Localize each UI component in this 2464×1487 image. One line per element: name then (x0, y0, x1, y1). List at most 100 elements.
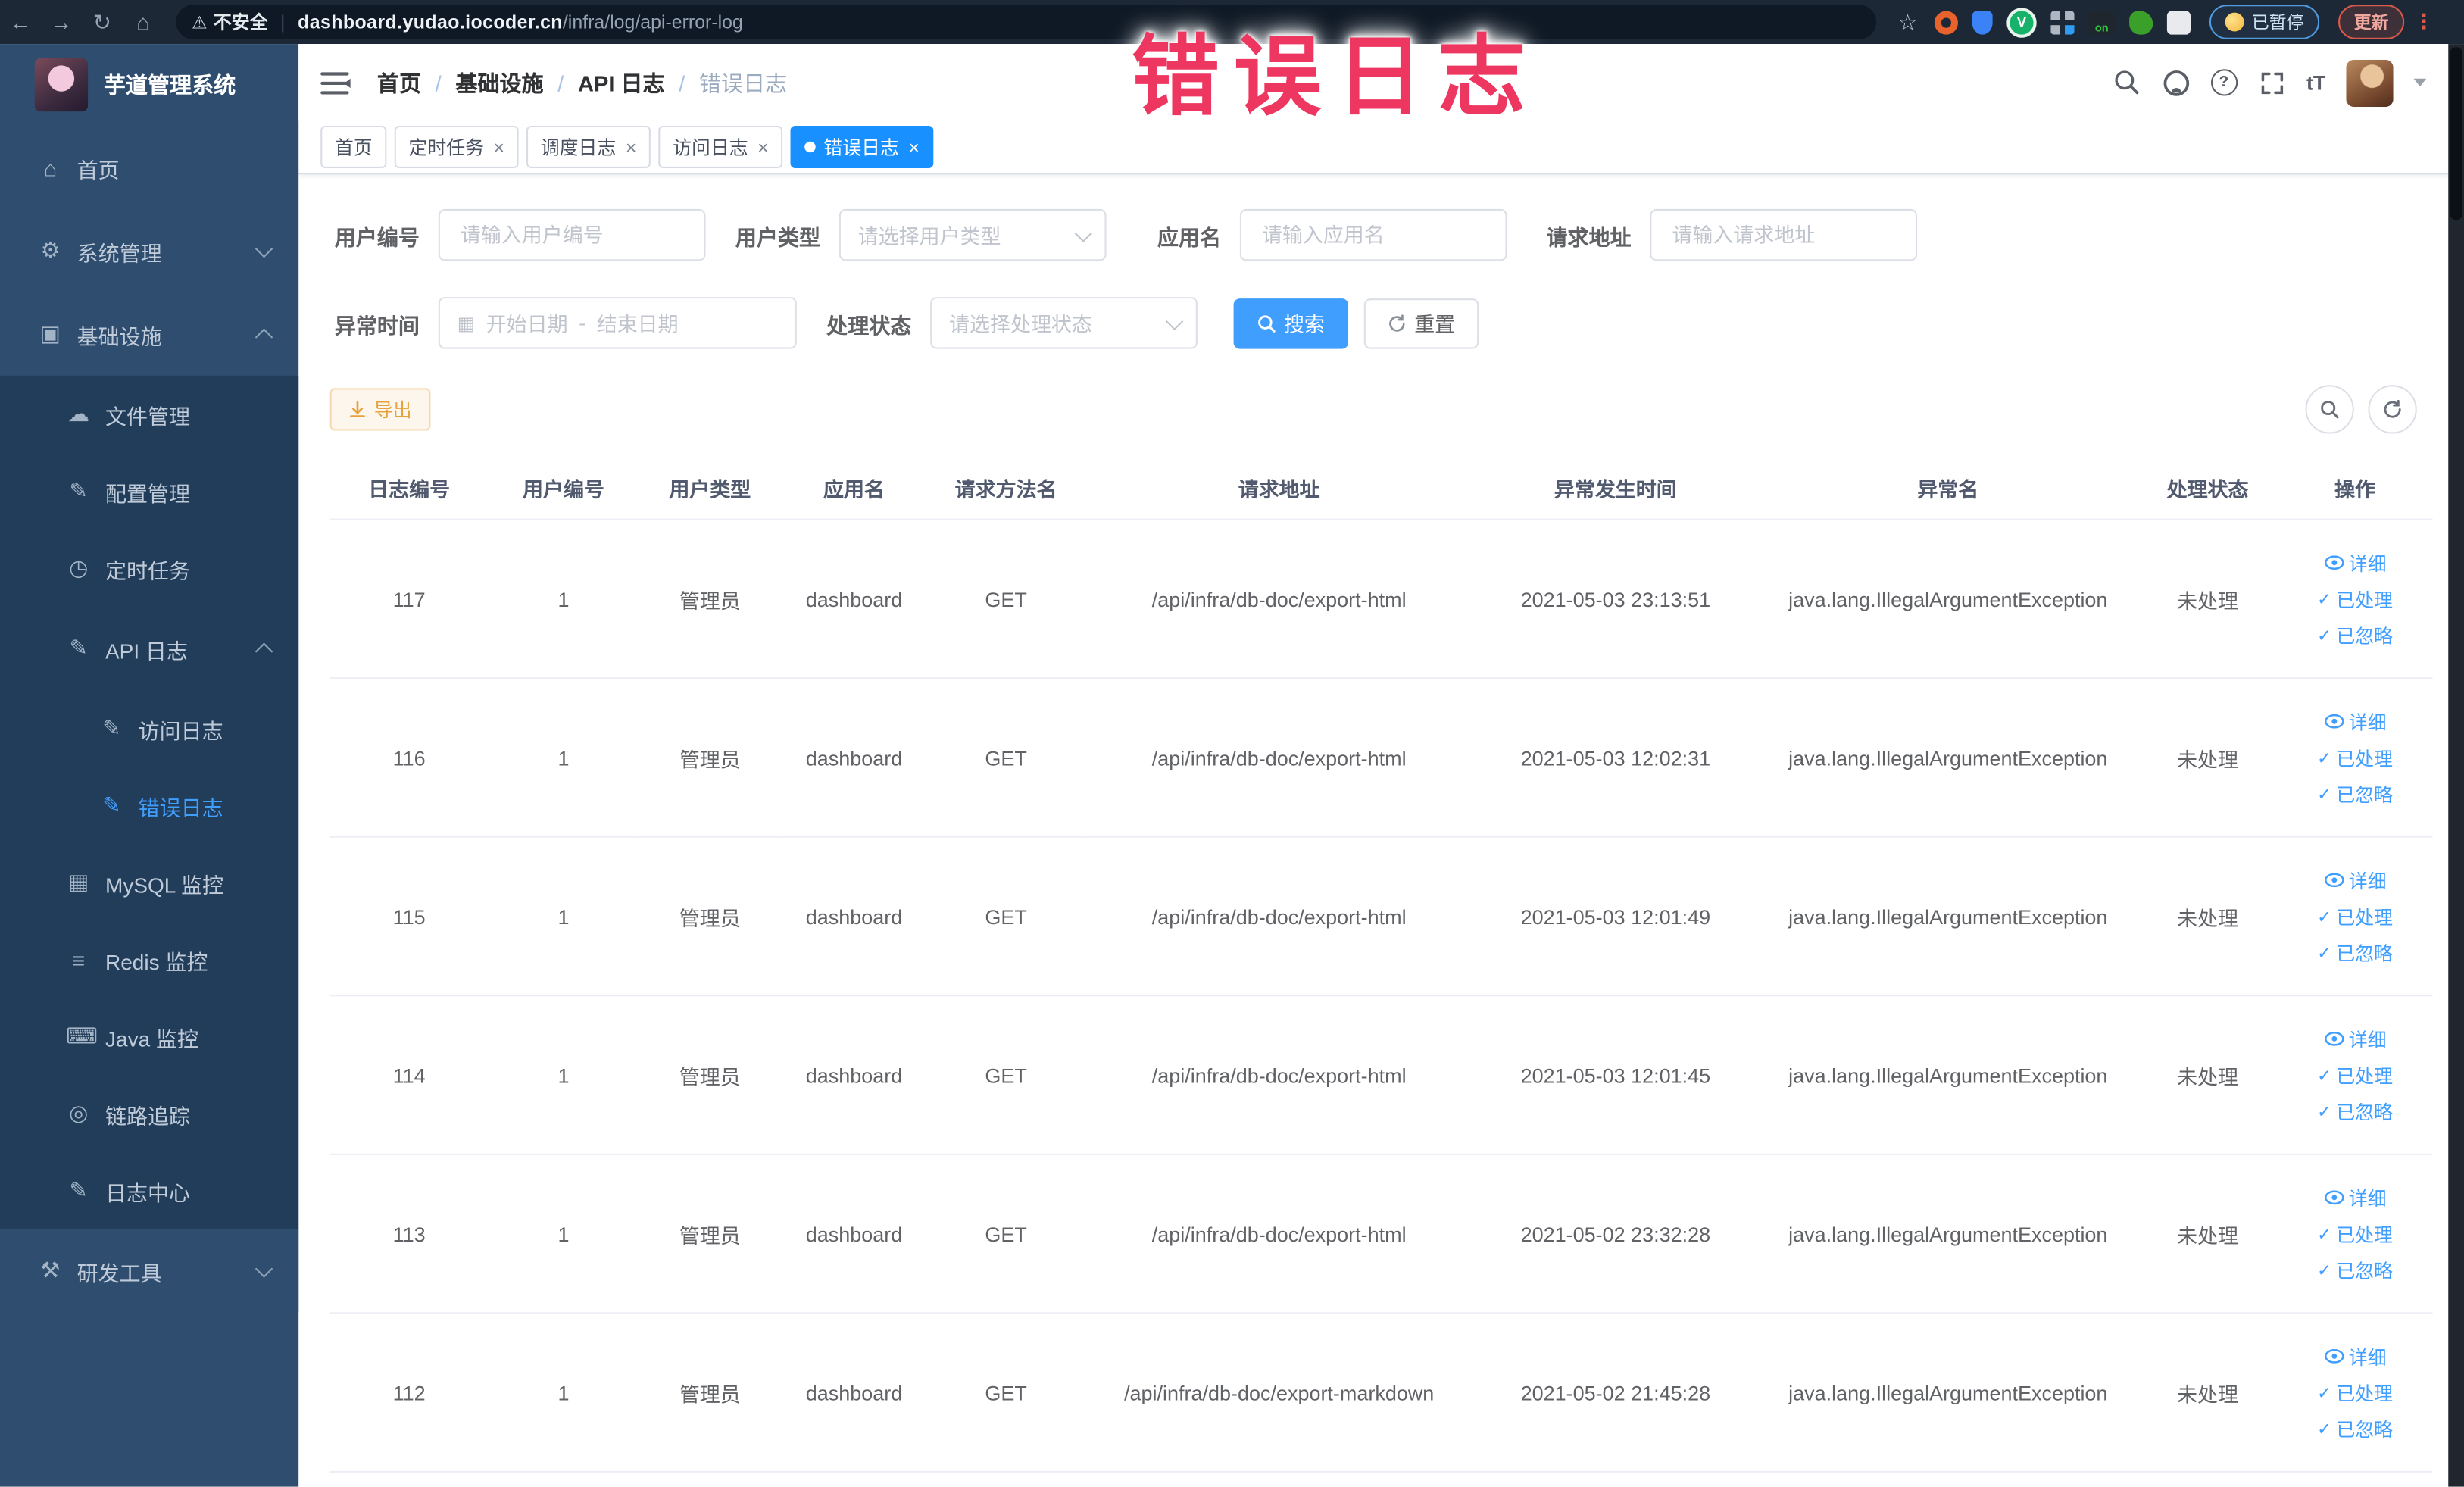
export-button[interactable]: 导出 (329, 388, 431, 431)
avatar[interactable] (2346, 58, 2394, 107)
reset-button[interactable]: 重置 (1363, 298, 1479, 348)
tab-home[interactable]: 首页 (320, 125, 387, 168)
extension-on-switch-icon[interactable]: on (2088, 10, 2116, 34)
sidebar-item-label: 文件管理 (105, 405, 191, 429)
mark-ignored-link[interactable]: ✓ 已忽略 (2317, 622, 2393, 648)
request-url-field[interactable] (1669, 221, 1899, 248)
sidebar-item-dev-tools[interactable]: ⚒ 研发工具 (0, 1229, 298, 1312)
tab-schedule-log[interactable]: 调度日志 × (526, 125, 651, 168)
search-button[interactable]: 搜索 (1233, 298, 1349, 348)
tab-error-log[interactable]: 错误日志 × (790, 125, 934, 168)
tab-close-icon[interactable]: × (493, 136, 504, 158)
mark-processed-link[interactable]: ✓ 已处理 (2317, 1220, 2393, 1247)
tab-access-log[interactable]: 访问日志 × (658, 125, 783, 168)
mark-ignored-link[interactable]: ✓ 已忽略 (2317, 1098, 2393, 1124)
paused-badge[interactable]: 已暂停 (2209, 5, 2320, 39)
sidebar-item-system[interactable]: ⚙ 系统管理 (0, 209, 298, 292)
breadcrumb-item[interactable]: 首页 (377, 67, 421, 98)
sidebar-item-file-manage[interactable]: ☁ 文件管理 (0, 376, 298, 453)
tab-close-icon[interactable]: × (757, 136, 769, 158)
sidebar-item-label: MySQL 监控 (105, 873, 224, 897)
user-id-field[interactable] (457, 221, 687, 248)
mark-processed-link[interactable]: ✓ 已处理 (2317, 744, 2393, 770)
extension-v-icon[interactable]: V (2006, 7, 2037, 37)
extensions-puzzle-icon[interactable] (2166, 10, 2191, 34)
sidebar-item-config-manage[interactable]: ✎ 配置管理 (0, 452, 298, 530)
mark-ignored-link[interactable]: ✓ 已忽略 (2317, 1257, 2393, 1283)
monitor-icon: ▣ (39, 320, 61, 346)
exception-time-range-picker[interactable]: ▦ 开始日期 - 结束日期 (438, 297, 797, 349)
sidebar-item-infra[interactable]: ▣ 基础设施 (0, 292, 298, 376)
extension-shield-icon[interactable] (1972, 10, 1993, 34)
sidebar-item-error-log[interactable]: ✎ 错误日志 (0, 767, 298, 844)
app-name-input[interactable] (1239, 208, 1507, 261)
tab-close-icon[interactable]: × (626, 136, 637, 158)
mark-processed-link[interactable]: ✓ 已处理 (2317, 586, 2393, 612)
sidebar-item-mysql-monitor[interactable]: ▦ MySQL 监控 (0, 844, 298, 921)
sidebar-item-home[interactable]: ⌂ 首页 (0, 126, 298, 209)
mark-processed-link[interactable]: ✓ 已处理 (2317, 1061, 2393, 1088)
detail-link[interactable]: 详细 (2324, 1343, 2387, 1370)
help-icon[interactable]: ? (2210, 69, 2238, 96)
sidebar-item-access-log[interactable]: ✎ 访问日志 (0, 690, 298, 767)
page-scrollbar[interactable] (2448, 44, 2464, 1487)
scrollbar-thumb[interactable] (2450, 47, 2462, 220)
font-size-icon[interactable]: tT (2306, 70, 2325, 94)
update-button-label: 更新 (2353, 14, 2389, 33)
sidebar-item-scheduled-job[interactable]: ◷ 定时任务 (0, 530, 298, 607)
browser-forward-button[interactable]: → (41, 9, 82, 34)
mark-ignored-label: 已忽略 (2336, 1259, 2394, 1282)
update-button[interactable]: 更新 (2338, 5, 2405, 39)
search-toggle-button[interactable] (2305, 385, 2354, 434)
mark-ignored-link[interactable]: ✓ 已忽略 (2317, 1415, 2393, 1442)
user-type-select[interactable]: 请选择用户类型 (839, 208, 1107, 261)
detail-link[interactable]: 详细 (2324, 708, 2387, 735)
sidebar-item-label: 配置管理 (105, 481, 191, 505)
tab-scheduled-job[interactable]: 定时任务 × (394, 125, 519, 168)
detail-link[interactable]: 详细 (2324, 549, 2387, 576)
extension-grid-icon[interactable] (2050, 10, 2075, 34)
user-id-input[interactable] (438, 208, 706, 261)
bookmark-star-icon[interactable]: ☆ (1895, 9, 1920, 33)
user-id-cell: 1 (557, 1063, 570, 1087)
mark-ignored-link[interactable]: ✓ 已忽略 (2317, 939, 2393, 966)
request-url-input[interactable] (1650, 208, 1918, 261)
user-menu-caret-icon[interactable] (2413, 78, 2427, 93)
check-icon: ✓ (2316, 1225, 2332, 1245)
search-icon[interactable] (2113, 68, 2141, 96)
github-icon[interactable] (2162, 68, 2190, 96)
extension-icon-1[interactable] (1934, 10, 1958, 34)
detail-link[interactable]: 详细 (2324, 1026, 2387, 1052)
sidebar-item-redis-monitor[interactable]: ≡ Redis 监控 (0, 921, 298, 998)
detail-link[interactable]: 详细 (2324, 867, 2387, 893)
app-logo[interactable]: 芋道管理系统 (0, 44, 298, 126)
emoji-icon (2225, 12, 2244, 32)
sidebar-item-log-center[interactable]: ✎ 日志中心 (0, 1152, 298, 1229)
process-status-select[interactable]: 请选择处理状态 (930, 297, 1198, 349)
mark-ignored-link[interactable]: ✓ 已忽略 (2317, 780, 2393, 807)
breadcrumb-item[interactable]: API 日志 (578, 67, 665, 98)
browser-menu-icon[interactable]: ⋮ (2414, 9, 2434, 34)
browser-back-button[interactable]: ← (0, 9, 41, 34)
request-url-cell: /api/infra/db-doc/export-html (1151, 1063, 1407, 1087)
fullscreen-icon[interactable] (2258, 68, 2286, 96)
sidebar-item-api-log[interactable]: ✎ API 日志 (0, 607, 298, 690)
sidebar-item-java-monitor[interactable]: ⌨ Java 监控 (0, 998, 298, 1075)
browser-reload-button[interactable]: ↻ (82, 8, 123, 35)
app-name-field[interactable] (1258, 221, 1488, 248)
detail-link[interactable]: 详细 (2324, 1184, 2387, 1211)
app-name-cell: dashboard (805, 745, 903, 770)
exception-time-cell: 2021-05-03 12:01:49 (1520, 904, 1711, 929)
mark-processed-link[interactable]: ✓ 已处理 (2317, 903, 2393, 929)
breadcrumb-item[interactable]: 基础设施 (455, 67, 543, 98)
refresh-button[interactable] (2368, 385, 2417, 434)
browser-home-button[interactable]: ⌂ (123, 9, 164, 34)
sidebar-toggle-icon[interactable] (320, 71, 351, 94)
security-label[interactable]: 不安全 (214, 9, 268, 34)
extension-plant-icon[interactable] (2129, 10, 2153, 34)
sidebar-item-trace[interactable]: ◎ 链路追踪 (0, 1075, 298, 1152)
mark-processed-link[interactable]: ✓ 已处理 (2317, 1379, 2393, 1405)
eye-icon: ◎ (69, 1100, 89, 1126)
address-bar[interactable]: ⚠ 不安全 | dashboard.yudao.iocoder.cn /infr… (176, 5, 1877, 39)
tab-close-icon[interactable]: × (908, 136, 920, 158)
